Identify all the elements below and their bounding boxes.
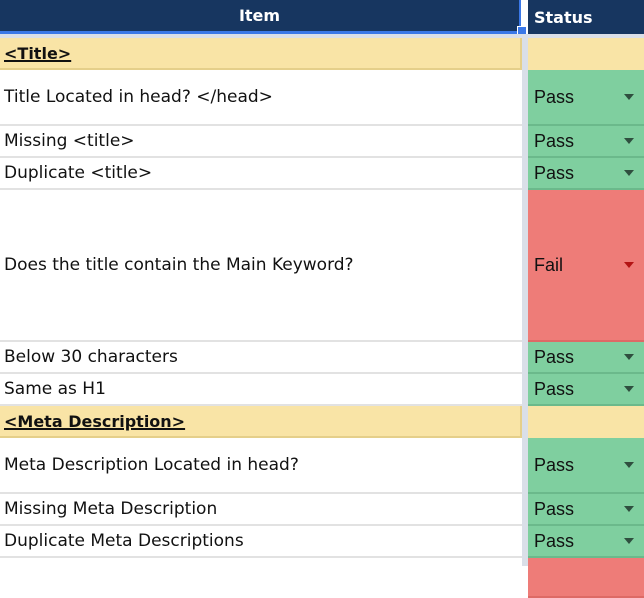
- dropdown-caret-icon[interactable]: [624, 138, 634, 144]
- dropdown-caret-icon[interactable]: [624, 354, 634, 360]
- table-row: Meta Description Located in head? Pass: [0, 438, 644, 494]
- table-row: Missing Meta Description Pass: [0, 494, 644, 526]
- column-header-item-label: Item: [238, 6, 281, 25]
- dropdown-caret-icon[interactable]: [624, 262, 634, 268]
- item-cell[interactable]: Meta Description Located in head?: [0, 438, 522, 494]
- section-status-cell[interactable]: [528, 406, 644, 438]
- table-row: Title Located in head? </head> Pass: [0, 70, 644, 126]
- status-value: Pass: [534, 346, 575, 367]
- section-status-cell[interactable]: [528, 38, 644, 70]
- table-row: Missing <title> Pass: [0, 126, 644, 158]
- status-dropdown[interactable]: Pass: [528, 374, 644, 406]
- status-value: Pass: [534, 454, 575, 475]
- status-dropdown[interactable]: Pass: [528, 438, 644, 494]
- column-header-status[interactable]: Status: [528, 0, 644, 34]
- table-row: Duplicate Meta Descriptions Pass: [0, 526, 644, 558]
- spreadsheet: Item Status <Title> Title Located in hea…: [0, 0, 644, 598]
- section-title-cell[interactable]: <Title>: [0, 38, 522, 70]
- dropdown-caret-icon[interactable]: [624, 170, 634, 176]
- item-cell[interactable]: Missing <title>: [0, 126, 522, 158]
- status-dropdown[interactable]: Pass: [528, 494, 644, 526]
- status-value: Fail: [534, 254, 564, 275]
- item-cell[interactable]: Duplicate <title>: [0, 158, 522, 190]
- table-row: Duplicate <title> Pass: [0, 158, 644, 190]
- status-dropdown[interactable]: Pass: [528, 70, 644, 126]
- item-cell[interactable]: Does the title contain the Main Keyword?: [0, 190, 522, 342]
- table-row: Below 30 characters Pass: [0, 342, 644, 374]
- table-row: Same as H1 Pass: [0, 374, 644, 406]
- table-row: Does the title contain the Main Keyword?…: [0, 190, 644, 342]
- status-dropdown[interactable]: Pass: [528, 526, 644, 558]
- item-cell[interactable]: Missing Meta Description: [0, 494, 522, 526]
- item-cell[interactable]: Below 30 characters: [0, 342, 522, 374]
- dropdown-caret-icon[interactable]: [624, 386, 634, 392]
- status-dropdown[interactable]: Pass: [528, 158, 644, 190]
- status-dropdown[interactable]: Fail: [528, 190, 644, 342]
- section-row-meta-description: <Meta Description>: [0, 406, 644, 438]
- column-header-item[interactable]: Item: [0, 0, 521, 34]
- status-dropdown[interactable]: Pass: [528, 342, 644, 374]
- status-value: Pass: [534, 162, 575, 183]
- dropdown-caret-icon[interactable]: [624, 462, 634, 468]
- dropdown-caret-icon[interactable]: [624, 94, 634, 100]
- status-value: Pass: [534, 498, 575, 519]
- item-cell[interactable]: Duplicate Meta Descriptions: [0, 526, 522, 558]
- section-row-title: <Title>: [0, 38, 644, 70]
- status-value: Pass: [534, 530, 575, 551]
- dropdown-caret-icon[interactable]: [624, 538, 634, 544]
- item-cell[interactable]: Title Located in head? </head>: [0, 70, 522, 126]
- item-cell[interactable]: Same as H1: [0, 374, 522, 406]
- status-value: Pass: [534, 378, 575, 399]
- table-row: [0, 558, 644, 598]
- item-cell[interactable]: [0, 558, 522, 598]
- status-value: Pass: [534, 86, 575, 107]
- dropdown-caret-icon[interactable]: [624, 506, 634, 512]
- status-value: Pass: [534, 130, 575, 151]
- frozen-column-divider[interactable]: [522, 34, 528, 566]
- status-dropdown[interactable]: Pass: [528, 126, 644, 158]
- column-header-status-label: Status: [534, 7, 593, 27]
- section-title-cell[interactable]: <Meta Description>: [0, 406, 522, 438]
- status-dropdown[interactable]: [528, 558, 644, 598]
